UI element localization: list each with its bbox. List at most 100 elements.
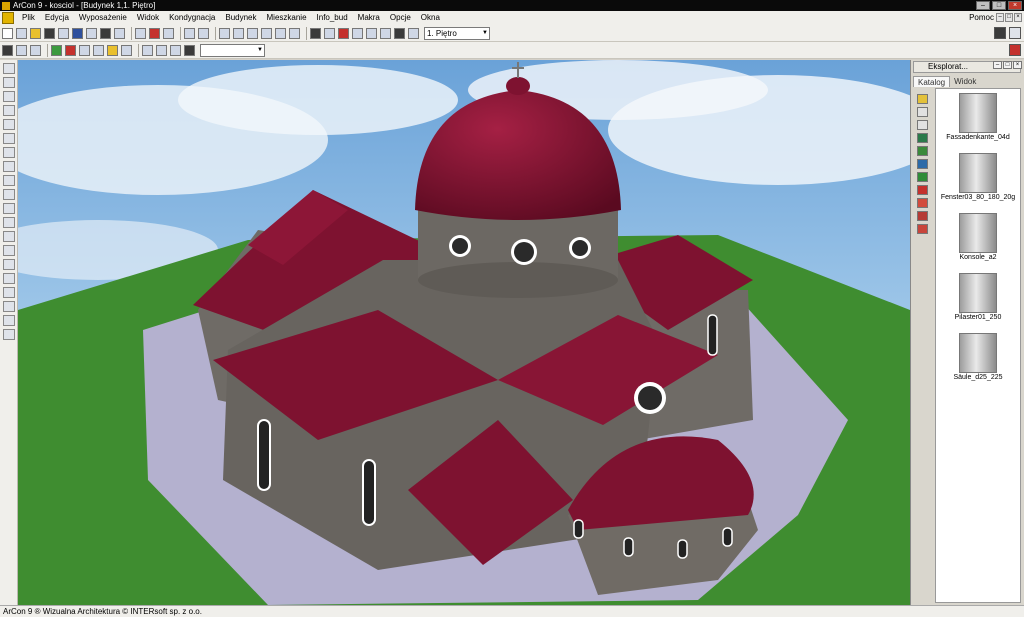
folder-open-icon[interactable]	[917, 94, 928, 104]
wall-icon[interactable]	[3, 91, 15, 102]
brush-icon[interactable]	[3, 301, 15, 312]
menu-makra[interactable]: Makra	[353, 11, 385, 25]
paint-icon[interactable]	[917, 185, 928, 195]
close-view-icon[interactable]	[394, 27, 405, 39]
menu-edycja[interactable]: Edycja	[40, 11, 74, 25]
list-item[interactable]: Fenster03_80_180_20g	[936, 153, 1020, 203]
pencil-icon[interactable]	[3, 273, 15, 284]
car-icon[interactable]	[149, 27, 160, 39]
save-icon[interactable]	[44, 27, 55, 39]
mdi-minimize-button[interactable]: –	[996, 13, 1004, 22]
layers-icon[interactable]	[3, 329, 15, 340]
menu-opcje[interactable]: Opcje	[385, 11, 416, 25]
redo-icon[interactable]	[198, 27, 209, 39]
folder-icon[interactable]	[30, 27, 41, 39]
navigation-icon[interactable]	[184, 44, 195, 56]
fly-icon[interactable]	[79, 44, 90, 56]
floor-select[interactable]: 1. Piętro	[424, 26, 490, 40]
paint-bucket-icon[interactable]	[3, 287, 15, 298]
column-tool-icon[interactable]	[3, 189, 15, 200]
list-item[interactable]: Fassadenkante_04d	[936, 93, 1020, 143]
scanner-icon[interactable]	[114, 27, 125, 39]
materials-icon[interactable]	[917, 198, 928, 208]
sun-icon[interactable]	[107, 44, 118, 56]
menu-plik[interactable]: Plik	[17, 11, 40, 25]
textures-icon[interactable]	[917, 159, 928, 169]
plants-icon[interactable]	[917, 146, 928, 156]
menu-pomoc[interactable]: Pomoc	[969, 11, 994, 25]
roof-icon[interactable]	[3, 161, 15, 172]
list-item[interactable]: Konsole_a2	[936, 213, 1020, 263]
menu-budynek[interactable]: Budynek	[220, 11, 261, 25]
print-preview-icon[interactable]	[58, 27, 69, 39]
window-tool-icon[interactable]	[3, 119, 15, 130]
lamp-icon[interactable]	[121, 44, 132, 56]
plant-icon[interactable]	[51, 44, 62, 56]
select-object-icon[interactable]	[3, 77, 15, 88]
menu-kondygnacja[interactable]: Kondygnacja	[164, 11, 220, 25]
beam-icon[interactable]	[3, 203, 15, 214]
library-icon[interactable]	[917, 224, 928, 234]
menu-info-bud[interactable]: Info_bud	[312, 11, 353, 25]
web-icon[interactable]	[72, 27, 83, 39]
pan-icon[interactable]	[247, 27, 258, 39]
grid-icon[interactable]	[275, 27, 286, 39]
document-icon[interactable]	[2, 12, 14, 24]
eraser-icon[interactable]	[3, 315, 15, 326]
menu-wyposazenie[interactable]: Wyposażenie	[74, 11, 132, 25]
room-icon[interactable]	[3, 105, 15, 116]
camera-path-icon[interactable]	[142, 44, 153, 56]
walk-icon[interactable]	[65, 44, 76, 56]
layout-icon[interactable]	[135, 27, 146, 39]
dormer-icon[interactable]	[3, 175, 15, 186]
door-tool-icon[interactable]	[3, 133, 15, 144]
zoom-all-icon[interactable]	[261, 27, 272, 39]
slab-icon[interactable]	[3, 245, 15, 256]
tab-katalog[interactable]: Katalog	[913, 76, 951, 87]
category-icon[interactable]	[917, 133, 928, 143]
zoom-window-icon[interactable]	[233, 27, 244, 39]
opening-icon[interactable]	[3, 231, 15, 242]
dimension-icon[interactable]	[380, 27, 391, 39]
explorer-close-button[interactable]: ×	[1013, 61, 1022, 69]
camera-settings-icon[interactable]	[156, 44, 167, 56]
wireframe-icon[interactable]	[324, 27, 335, 39]
3d-viewport[interactable]	[18, 60, 910, 605]
print-icon[interactable]	[30, 44, 41, 56]
frame-icon[interactable]	[163, 27, 174, 39]
undo-icon[interactable]	[184, 27, 195, 39]
lights-icon[interactable]	[352, 27, 363, 39]
tab-widok[interactable]: Widok	[950, 76, 980, 87]
text-icon[interactable]	[366, 27, 377, 39]
close-button[interactable]: ×	[1008, 1, 1022, 10]
texture-icon[interactable]	[338, 27, 349, 39]
landscape-icon[interactable]	[917, 172, 928, 182]
zoom-icon[interactable]	[219, 27, 230, 39]
view-select[interactable]	[200, 43, 265, 57]
terrain-icon[interactable]	[3, 259, 15, 270]
menu-okna[interactable]: Okna	[416, 11, 445, 25]
objects-icon[interactable]	[917, 211, 928, 221]
mdi-close-button[interactable]: ×	[1014, 13, 1022, 22]
list-item[interactable]: Säule_d25_225	[936, 333, 1020, 383]
design-mode-icon[interactable]	[16, 44, 27, 56]
printer-icon[interactable]	[86, 27, 97, 39]
catalog-icon[interactable]	[1009, 44, 1021, 56]
grid-view-icon[interactable]	[917, 107, 928, 117]
filter-icon[interactable]	[917, 120, 928, 130]
new-file-icon[interactable]	[2, 27, 13, 39]
stairs-icon[interactable]	[3, 147, 15, 158]
view-3d-icon[interactable]	[289, 27, 300, 39]
open-icon[interactable]	[16, 27, 27, 39]
maximize-button[interactable]: □	[992, 1, 1006, 10]
move-icon[interactable]	[170, 44, 181, 56]
menu-mieszkanie[interactable]: Mieszkanie	[262, 11, 312, 25]
explorer-restore-button[interactable]: □	[1003, 61, 1012, 69]
view-mode-icon[interactable]	[2, 44, 13, 56]
book-icon[interactable]	[994, 27, 1006, 39]
help-pointer-icon[interactable]	[1009, 27, 1021, 39]
render-icon[interactable]	[310, 27, 321, 39]
chimney-icon[interactable]	[3, 217, 15, 228]
pointer-icon[interactable]	[3, 63, 15, 74]
explorer-minimize-button[interactable]: –	[993, 61, 1002, 69]
